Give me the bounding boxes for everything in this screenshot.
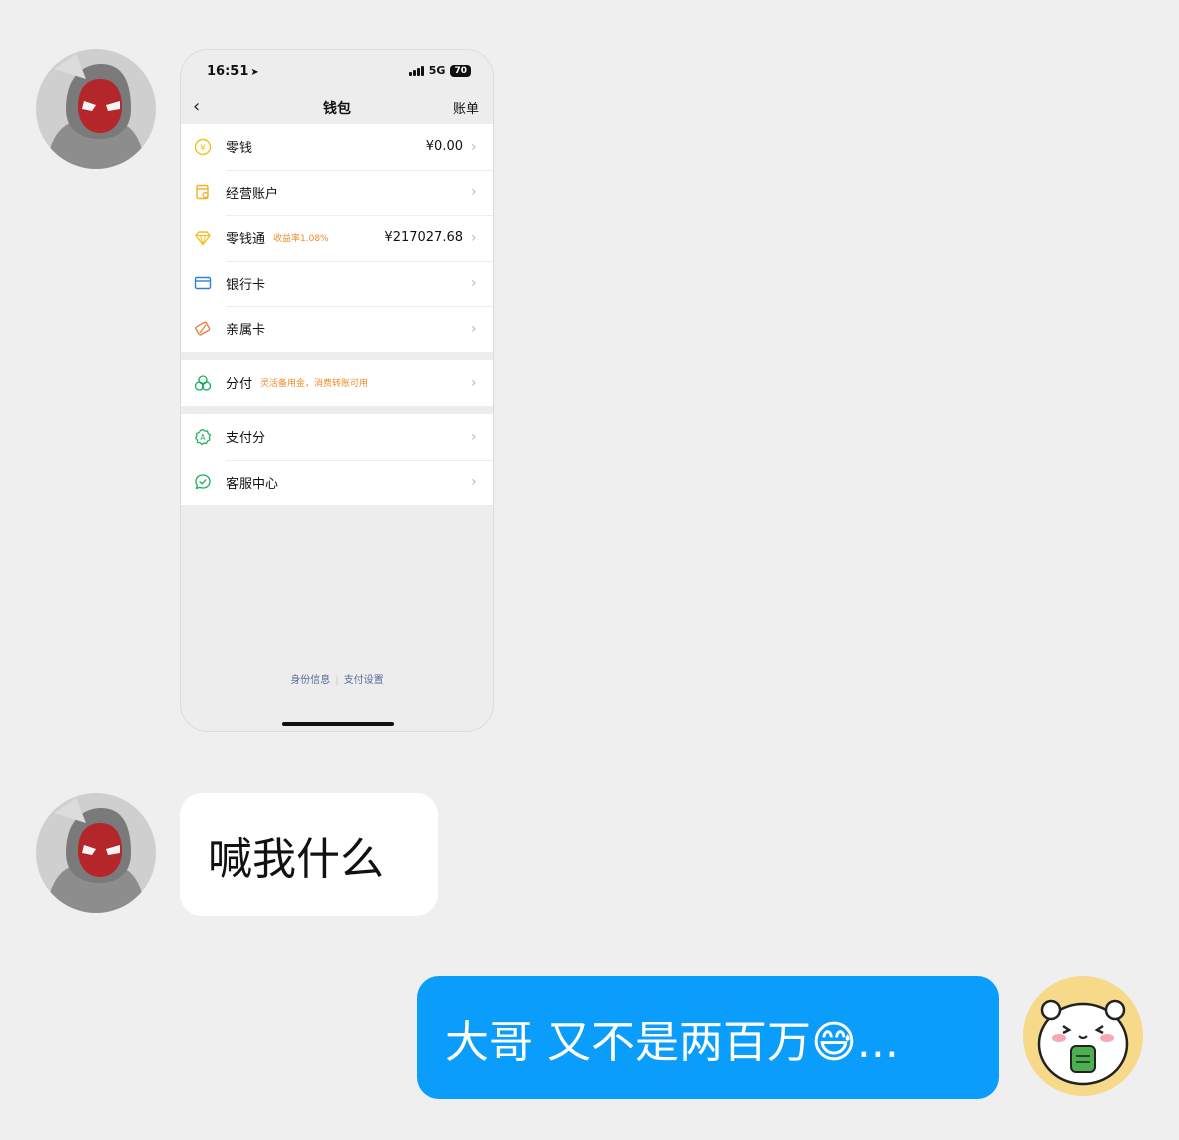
svg-text:¥: ¥ — [200, 143, 206, 153]
chevron-right-icon: › — [471, 229, 477, 246]
pay-score-icon: A — [194, 428, 212, 446]
service-center-icon — [194, 473, 212, 491]
chevron-right-icon: › — [471, 474, 477, 491]
wallet-item-family-card[interactable]: 亲属卡 › — [181, 306, 493, 352]
status-time: 16:51 — [207, 64, 249, 79]
chevron-right-icon: › — [471, 374, 477, 391]
yield-tag: 收益率1.08% — [273, 234, 329, 245]
footer-divider: | — [335, 675, 339, 686]
wallet-item-service-center[interactable]: 客服中心 › — [181, 459, 493, 506]
chevron-right-icon: › — [471, 275, 477, 292]
wallet-item-bank-card[interactable]: 银行卡 › — [181, 260, 493, 307]
nav-bar: ‹ 钱包 账单 — [181, 92, 493, 124]
my-avatar[interactable] — [1023, 976, 1143, 1096]
payment-settings-link[interactable]: 支付设置 — [344, 675, 384, 686]
fenfu-tag: 灵活备用金，消费转账可用 — [260, 379, 369, 390]
received-message-text: 喊我什么 — [208, 833, 384, 885]
family-card-icon — [194, 320, 212, 338]
status-bar: 16:51 ➤ 5G 70 — [181, 50, 493, 92]
wallet-item-pay-score[interactable]: A 支付分 › — [181, 414, 493, 460]
coin-icon: ¥ — [194, 138, 212, 156]
location-arrow-icon: ➤ — [250, 67, 259, 78]
chevron-right-icon: › — [471, 138, 477, 155]
home-indicator — [282, 722, 394, 726]
contact-avatar[interactable] — [36, 49, 156, 169]
wallet-screenshot-image[interactable]: 16:51 ➤ 5G 70 ‹ 钱包 账单 ¥ 零钱 ¥0.00 › 经营账户 › — [180, 49, 494, 732]
chevron-right-icon: › — [471, 428, 477, 445]
svg-text:A: A — [200, 433, 206, 442]
received-message-bubble[interactable]: 喊我什么 — [180, 793, 438, 916]
chevron-right-icon: › — [471, 320, 477, 337]
wallet-group-service: A 支付分 › 客服中心 › — [181, 414, 493, 505]
contact-avatar[interactable] — [36, 793, 156, 913]
fenfu-icon — [194, 374, 212, 392]
bank-card-icon — [194, 274, 212, 292]
wallet-item-business[interactable]: 经营账户 › — [181, 169, 493, 216]
identity-info-link[interactable]: 身份信息 — [290, 675, 330, 686]
wallet-group-fenfu: 分付 灵活备用金，消费转账可用 › — [181, 360, 493, 406]
wallet-footer: 身份信息 | 支付设置 — [181, 671, 493, 686]
chevron-right-icon: › — [471, 184, 477, 201]
wallet-item-fenfu[interactable]: 分付 灵活备用金，消费转账可用 › — [181, 360, 493, 406]
bill-link[interactable]: 账单 — [453, 98, 479, 117]
signal-icon — [408, 65, 424, 76]
wallet-item-balance[interactable]: ¥ 零钱 ¥0.00 › — [181, 124, 493, 170]
network-label: 5G — [428, 64, 446, 77]
sent-message-text: 大哥 又不是两百万😅... — [445, 1016, 899, 1068]
page-title: 钱包 — [323, 101, 351, 117]
wallet-group-main: ¥ 零钱 ¥0.00 › 经营账户 › 零钱通 收益率1.08% ¥217027… — [181, 124, 493, 352]
diamond-icon — [194, 229, 212, 247]
business-account-icon — [194, 183, 212, 201]
battery-icon: 70 — [450, 64, 471, 77]
sent-message-bubble[interactable]: 大哥 又不是两百万😅... — [417, 976, 999, 1099]
wallet-item-lingqiantong[interactable]: 零钱通 收益率1.08% ¥217027.68 › — [181, 215, 493, 261]
